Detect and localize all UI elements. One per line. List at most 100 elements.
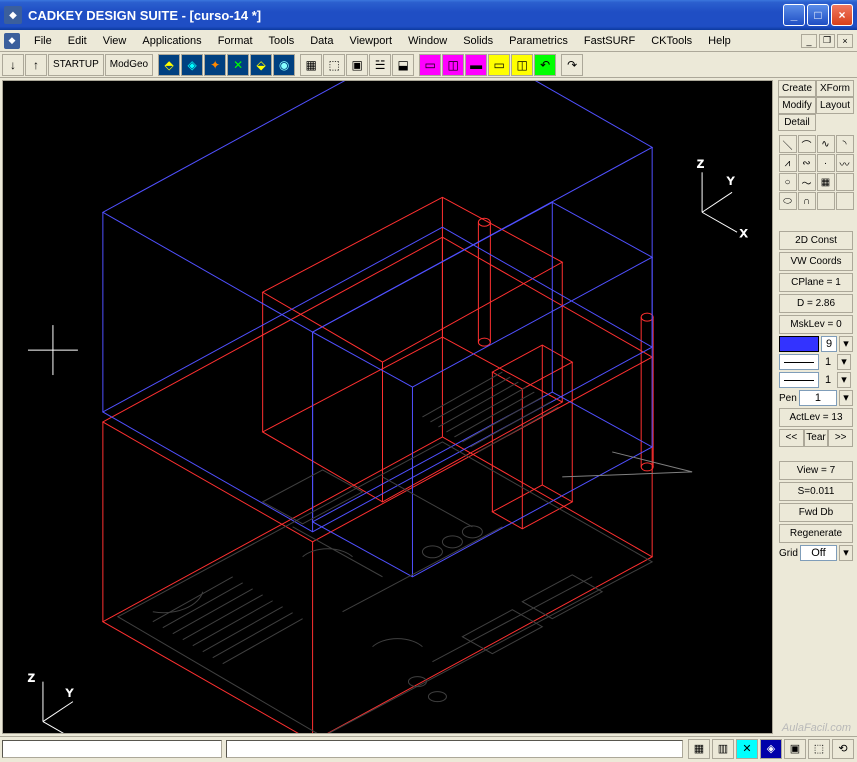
linetype-2-dropdown-icon[interactable]: ▾ xyxy=(837,372,851,388)
menu-data[interactable]: Data xyxy=(302,33,341,49)
prev-button[interactable]: << xyxy=(779,429,804,447)
tool-circle-icon[interactable]: ○ xyxy=(779,173,797,191)
status-icon-2[interactable]: ▥ xyxy=(712,739,734,759)
modgeo-button[interactable]: ModGeo xyxy=(105,54,153,76)
next-button[interactable]: >> xyxy=(828,429,853,447)
tool-icon-1[interactable]: ⬘ xyxy=(158,54,180,76)
pen-label: Pen xyxy=(779,393,797,404)
tool-redo-button[interactable]: ↷ xyxy=(561,54,583,76)
color-dropdown-icon[interactable]: ▾ xyxy=(839,336,853,352)
tool-cube-magenta-3[interactable]: ▬ xyxy=(465,54,487,76)
tab-create[interactable]: Create xyxy=(778,80,816,97)
tool-blank2-icon[interactable] xyxy=(817,192,835,210)
tool-icon-2[interactable]: ◈ xyxy=(181,54,203,76)
scale-button[interactable]: S=0.011 xyxy=(779,482,853,501)
mdi-close-button[interactable]: × xyxy=(837,34,853,48)
tool-cube-yellow-1[interactable]: ▭ xyxy=(488,54,510,76)
command-input-2[interactable] xyxy=(226,740,683,758)
viewport-3d[interactable]: Z X Y Z X Y xyxy=(2,80,773,734)
startup-button[interactable]: STARTUP xyxy=(48,54,104,76)
view-button[interactable]: View = 7 xyxy=(779,461,853,480)
tool-blank1-icon[interactable] xyxy=(836,173,854,191)
grid-value[interactable]: Off xyxy=(800,545,837,561)
menu-help[interactable]: Help xyxy=(700,33,739,49)
menu-view[interactable]: View xyxy=(95,33,135,49)
menu-applications[interactable]: Applications xyxy=(134,33,209,49)
tool-arc-icon[interactable]: ⌒ xyxy=(798,135,816,153)
tab-xform[interactable]: XForm xyxy=(816,80,854,97)
menu-cktools[interactable]: CKTools xyxy=(643,33,700,49)
tool-icon-6[interactable]: ◉ xyxy=(273,54,295,76)
mdi-minimize-button[interactable]: _ xyxy=(801,34,817,48)
arrow-up-button[interactable]: ↑ xyxy=(25,54,47,76)
tool-cube-magenta-1[interactable]: ▭ xyxy=(419,54,441,76)
status-icon-4[interactable]: ◈ xyxy=(760,739,782,759)
grid-dropdown-icon[interactable]: ▾ xyxy=(839,545,853,561)
tool-point-icon[interactable]: · xyxy=(817,154,835,172)
vw-coords-button[interactable]: VW Coords xyxy=(779,252,853,271)
color-swatch[interactable] xyxy=(779,336,819,352)
status-icon-3[interactable]: ✕ xyxy=(736,739,758,759)
tool-icon-8[interactable]: ⬚ xyxy=(323,54,345,76)
tool-icon-7[interactable]: ▦ xyxy=(300,54,322,76)
right-panel: Create XForm Modify Layout Detail ＼ ⌒ ∿ … xyxy=(775,78,857,736)
command-input-1[interactable] xyxy=(2,740,222,758)
menu-solids[interactable]: Solids xyxy=(455,33,501,49)
maximize-button[interactable]: □ xyxy=(807,4,829,26)
tool-ellipse-icon[interactable]: ⬭ xyxy=(779,192,797,210)
menu-parametrics[interactable]: Parametrics xyxy=(501,33,576,49)
linetype-1-dropdown-icon[interactable]: ▾ xyxy=(837,354,851,370)
tool-line-icon[interactable]: ＼ xyxy=(779,135,797,153)
menu-window[interactable]: Window xyxy=(400,33,455,49)
menu-edit[interactable]: Edit xyxy=(60,33,95,49)
menu-fastsurf[interactable]: FastSURF xyxy=(576,33,643,49)
tool-polyline-icon[interactable]: ⩘ xyxy=(779,154,797,172)
status-icon-1[interactable]: ▦ xyxy=(688,739,710,759)
regenerate-button[interactable]: Regenerate xyxy=(779,524,853,543)
tool-arc2-icon[interactable]: ◝ xyxy=(836,135,854,153)
pen-dropdown-icon[interactable]: ▾ xyxy=(839,390,853,406)
actlev-button[interactable]: ActLev = 13 xyxy=(779,408,853,427)
tool-icon-4[interactable]: ✕ xyxy=(227,54,249,76)
tool-cube-yellow-2[interactable]: ◫ xyxy=(511,54,533,76)
minimize-button[interactable]: _ xyxy=(783,4,805,26)
status-icon-7[interactable]: ⟲ xyxy=(832,739,854,759)
tool-arch-icon[interactable]: ∩ xyxy=(798,192,816,210)
doc-icon[interactable]: ◆ xyxy=(4,33,20,49)
tool-spline-icon[interactable]: ∾ xyxy=(798,154,816,172)
tool-icon-9[interactable]: ▣ xyxy=(346,54,368,76)
cplane-button[interactable]: CPlane = 1 xyxy=(779,273,853,292)
tool-curve-icon[interactable]: ∿ xyxy=(817,135,835,153)
tab-detail[interactable]: Detail xyxy=(778,114,816,131)
tool-blank3-icon[interactable] xyxy=(836,192,854,210)
menu-tools[interactable]: Tools xyxy=(261,33,303,49)
main-toolbar: ↓ ↑ STARTUP ModGeo ⬘ ◈ ✦ ✕ ⬙ ◉ ▦ ⬚ ▣ ☱ ⬓… xyxy=(0,52,857,78)
msklev-button[interactable]: MskLev = 0 xyxy=(779,315,853,334)
tool-undo-button[interactable]: ↶ xyxy=(534,54,556,76)
mdi-restore-button[interactable]: ❐ xyxy=(819,34,835,48)
tool-cube-magenta-2[interactable]: ◫ xyxy=(442,54,464,76)
tab-modify[interactable]: Modify xyxy=(778,97,816,114)
tool-curve2-icon[interactable]: 〰 xyxy=(836,154,854,172)
menu-file[interactable]: File xyxy=(26,33,60,49)
tool-icon-5[interactable]: ⬙ xyxy=(250,54,272,76)
tool-icon-11[interactable]: ⬓ xyxy=(392,54,414,76)
status-icon-6[interactable]: ⬚ xyxy=(808,739,830,759)
tool-wave-icon[interactable]: 〜 xyxy=(798,173,816,191)
tool-icon-3[interactable]: ✦ xyxy=(204,54,226,76)
d-value-button[interactable]: D = 2.86 xyxy=(779,294,853,313)
tab-layout[interactable]: Layout xyxy=(816,97,854,114)
menu-format[interactable]: Format xyxy=(210,33,261,49)
tool-icon-10[interactable]: ☱ xyxy=(369,54,391,76)
fwddb-button[interactable]: Fwd Db xyxy=(779,503,853,522)
linetype-1-swatch[interactable] xyxy=(779,354,819,370)
tear-button[interactable]: Tear xyxy=(804,429,829,447)
close-button[interactable]: × xyxy=(831,4,853,26)
status-icon-5[interactable]: ▣ xyxy=(784,739,806,759)
const-2d-button[interactable]: 2D Const xyxy=(779,231,853,250)
linetype-2-swatch[interactable] xyxy=(779,372,819,388)
arrow-down-button[interactable]: ↓ xyxy=(2,54,24,76)
pen-value[interactable]: 1 xyxy=(799,390,837,406)
tool-hatch-icon[interactable]: ▦ xyxy=(817,173,835,191)
menu-viewport[interactable]: Viewport xyxy=(341,33,400,49)
